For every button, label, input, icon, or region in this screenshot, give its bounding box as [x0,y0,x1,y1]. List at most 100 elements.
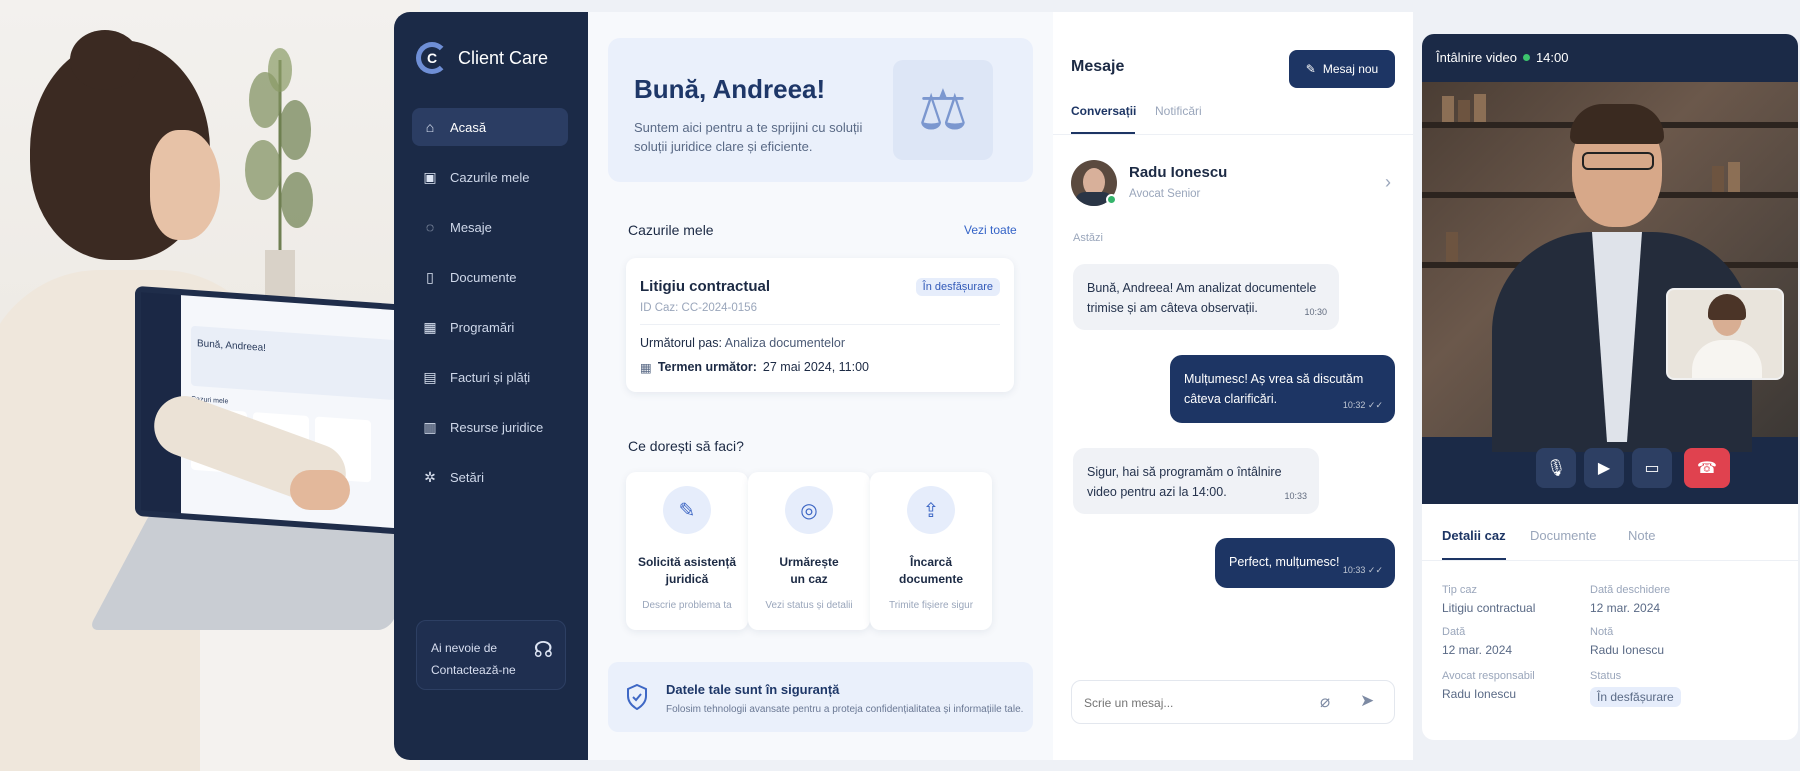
microphone-icon[interactable]: 🎙 [1536,448,1576,488]
book [1446,232,1458,262]
tab-conversations[interactable]: Conversații [1071,104,1136,118]
hero-photo: Bună, Andreea! Cazuri mele [0,0,420,771]
next-step-label: Următorul pas: [640,336,722,350]
help-contact-link[interactable]: Contactează-ne [431,659,551,681]
end-call-icon[interactable]: ☎ [1684,448,1730,488]
person-face [150,130,220,240]
sidebar-item-1[interactable]: ▣ Cazurile mele [412,158,568,196]
quick-action-card[interactable]: ✎ Solicită asistență juridică Descrie probl… [626,472,748,630]
sidebar-item-6[interactable]: ▥ Resurse juridice [412,408,568,446]
detail-value: Radu Ionescu [1442,687,1517,701]
case-details-panel: Detalii caz Documente Note Tip caz Litigi… [1422,504,1798,740]
quick-action-title: Încarcă documente [870,554,992,588]
tab-case-details[interactable]: Detalii caz [1442,528,1506,543]
quick-action-title: Solicită asistență juridică [626,554,748,588]
quick-action-subtitle: Trimite fișiere sigur [888,600,974,611]
tab-notes[interactable]: Note [1628,528,1655,543]
sidebar: C Client Care ⌂ Acasă ▣ Cazurile mele ◌ Mesaj… [394,12,588,760]
send-icon[interactable]: ➤ [1360,691,1374,711]
quick-action-title: Urmărește un caz [748,554,870,588]
welcome-title: Bună, Andreea! [634,74,826,104]
status-badge: În desfășurare [1590,687,1681,707]
deadline-value: 27 mai 2024, 11:00 [762,360,870,374]
attachment-icon[interactable]: ⌀ [1320,692,1330,712]
sidebar-item-label: Documente [450,269,517,285]
quick-action-card[interactable]: ◎ Urmărește un caz Vezi status și detalii [748,472,870,630]
case-id: ID Caz: CC-2024-0156 [640,302,757,314]
quick-action-title-line: un caz [790,572,828,586]
edit-document-icon: ✎ [663,486,711,534]
detail-value: 12 mar. 2024 [1590,601,1661,615]
security-notice: Datele tale sunt în siguranță Folosim te… [608,662,1033,732]
book-icon: ▥ [423,418,437,435]
camera-icon[interactable]: ▶ [1584,448,1624,488]
sidebar-item-label: Acasă [450,119,487,135]
self-view[interactable] [1666,288,1784,380]
book [1442,96,1454,122]
tab-notifications[interactable]: Notificări [1155,104,1202,118]
upload-icon: ⇪ [907,486,955,534]
sidebar-item-5[interactable]: ▤ Facturi și plăți [412,358,568,396]
contact-row[interactable]: Radu Ionescu Avocat Senior › [1071,158,1395,214]
home-icon: ⌂ [425,119,435,135]
view-all-link[interactable]: Vezi toate [964,223,1017,237]
message-text: Perfect, mulțumesc! [1229,555,1340,569]
detail-label: Tip caz [1442,584,1478,596]
message-text: Bună, Andreea! Am analizat documentele t… [1087,281,1317,315]
gear-icon: ✲ [424,468,436,485]
next-step-value: Analiza documentelor [724,336,845,350]
sidebar-item-0[interactable]: ⌂ Acasă [412,108,568,146]
message-input[interactable] [1084,691,1304,715]
lawyer-glasses [1582,152,1654,170]
deadline-label: Termen următor: [657,360,757,374]
new-message-button[interactable]: ✎ Mesaj nou [1289,50,1395,88]
contact-name: Radu Ionescu [1129,164,1228,181]
logo-icon: C [416,42,448,74]
self-view-hair [1708,294,1746,320]
sidebar-item-label: Facturi și plăți [450,369,531,385]
person-hand [290,470,350,510]
messages-panel: Mesaje ✎ Mesaj nou Conversații Notificăr… [1053,12,1413,760]
divider [1053,134,1413,135]
deadline: ▦ Termen următor: 27 mai 2024, 11:00 [640,360,869,375]
briefcase-icon: ▣ [423,168,437,185]
headset-icon: ☊ [533,637,553,662]
self-view-body [1692,340,1762,378]
message-time: 10:33 [1284,491,1307,501]
video-call-panel: Întâlnire video 14:00 🎙 ▶ ▭ ☎ [1422,34,1798,504]
welcome-text: Suntem aici pentru a te sprijini cu solu… [634,120,863,154]
laptop-welcome-card [191,325,396,401]
security-text: Folosim tehnologii avansate pentru a pro… [666,704,1024,715]
sidebar-item-3[interactable]: ▯ Documente [412,258,568,296]
sidebar-item-label: Resurse juridice [450,419,544,435]
tab-documents[interactable]: Documente [1530,528,1596,543]
screen-share-icon[interactable]: ▭ [1632,448,1672,488]
new-message-label: Mesaj nou [1322,62,1379,76]
live-indicator [1522,54,1530,61]
quick-action-title-line: Solicită asistență [637,555,737,569]
message-bubble-outgoing: Mulțumesc! Aș vrea să discutăm câteva cl… [1170,355,1395,423]
help-box[interactable]: Ai nevoie de Contactează-ne ☊ [416,620,566,690]
sidebar-item-2[interactable]: ◌ Mesaje [412,208,568,246]
quick-action-title-line: Urmărește [779,555,839,569]
book [1728,162,1740,192]
quick-action-title-line: documente [898,572,963,586]
plant-illustration [245,48,313,300]
sidebar-item-7[interactable]: ✲ Setări [412,458,568,496]
divider [1422,560,1798,561]
message-text: Sigur, hai să programăm o întâlnire vide… [1087,465,1282,499]
sidebar-item-4[interactable]: ▦ Programări [412,308,568,346]
app-logo[interactable]: C Client Care [416,42,548,74]
chevron-right-icon: › [1385,172,1391,192]
day-separator: Astăzi [1073,232,1103,244]
book [1458,100,1470,122]
track-icon: ◎ [785,486,833,534]
case-card[interactable]: Litigiu contractual În desfășurare ID Ca… [626,258,1014,392]
case-name: Litigiu contractual [640,278,771,295]
next-step: Următorul pas: Analiza documentelor [640,336,845,350]
video-title: Întâlnire video [1436,50,1517,65]
quick-action-subtitle: Descrie problema ta [642,600,732,611]
quick-action-card[interactable]: ⇪ Încarcă documente Trimite fișiere sigur [870,472,992,630]
sidebar-item-label: Cazurile mele [450,169,530,185]
person-hair-bun [70,30,140,90]
